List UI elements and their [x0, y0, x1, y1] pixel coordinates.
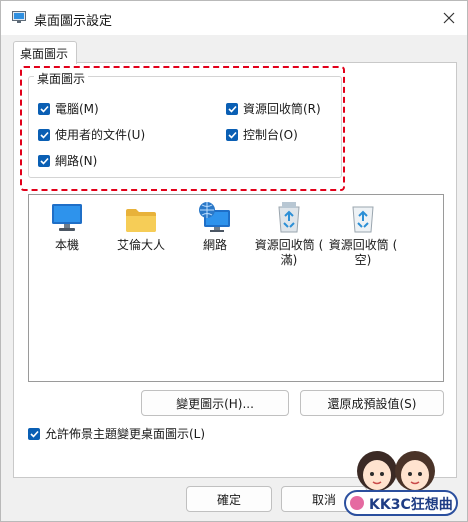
- close-button[interactable]: [437, 7, 461, 29]
- icon-label: 艾倫大人: [116, 238, 165, 252]
- title-bar: 桌面圖示設定: [1, 1, 467, 35]
- icon-label: 網路: [202, 238, 227, 252]
- restore-default-button[interactable]: 還原成預設值(S): [300, 390, 444, 416]
- checkbox-box[interactable]: [38, 102, 50, 115]
- icon-label: 本機: [54, 238, 79, 252]
- checkbox-label: 網路(N): [55, 154, 98, 168]
- checkmark-icon: [227, 105, 237, 113]
- desktop-icon-settings-window: 桌面圖示設定 桌面圖示 桌面圖示 電腦(M) 資源回收筒(R) 使用者的文件(U…: [0, 0, 468, 522]
- checkbox-box[interactable]: [38, 154, 50, 167]
- icon-item-this-pc[interactable]: 本機: [31, 201, 103, 253]
- icon-label: 資源回收筒 ( 空): [328, 238, 398, 267]
- checkbox-control-panel[interactable]: 控制台(O): [226, 126, 298, 143]
- checkbox-allow-themes[interactable]: 允許佈景主題變更桌面圖示(L): [28, 425, 205, 442]
- checkbox-label: 控制台(O): [243, 128, 298, 142]
- checkbox-label: 使用者的文件(U): [55, 128, 146, 142]
- checkbox-box[interactable]: [226, 128, 238, 141]
- checkbox-box[interactable]: [28, 427, 40, 440]
- checkmark-icon: [227, 131, 237, 139]
- network-icon: [199, 202, 230, 232]
- ok-button[interactable]: 確定: [186, 486, 272, 512]
- icon-item-recycle-bin-full[interactable]: 資源回收筒 ( 滿): [253, 201, 325, 268]
- svg-text:KK3C狂想曲: KK3C狂想曲: [369, 496, 453, 513]
- tab-panel: 桌面圖示 電腦(M) 資源回收筒(R) 使用者的文件(U) 控制台(O) 網路(…: [13, 62, 457, 478]
- tab-desktop-icons[interactable]: 桌面圖示: [13, 41, 77, 64]
- icon-label: 資源回收筒 ( 滿): [254, 238, 324, 267]
- group-title: 桌面圖示: [34, 70, 89, 87]
- close-icon: [443, 12, 455, 24]
- checkbox-label: 資源回收筒(R): [243, 102, 321, 116]
- checkbox-network[interactable]: 網路(N): [38, 152, 97, 169]
- checkbox-label: 電腦(M): [55, 102, 99, 116]
- checkbox-computer[interactable]: 電腦(M): [38, 100, 99, 117]
- folder-icon: [126, 209, 156, 232]
- checkmark-icon: [39, 131, 49, 139]
- checkbox-recycle-bin[interactable]: 資源回收筒(R): [226, 100, 321, 117]
- desktop-settings-app-icon: [12, 11, 26, 23]
- desktop-icon-list[interactable]: 本機 艾倫大人 網路 資源回收筒 (滿) 資源回收筒 (空): [28, 194, 444, 382]
- recycle-bin-full-icon: [278, 202, 300, 233]
- icon-item-user-folder[interactable]: 艾倫大人: [105, 201, 177, 253]
- checkbox-box[interactable]: [38, 128, 50, 141]
- checkmark-icon: [39, 157, 49, 165]
- monitor-icon: [52, 204, 82, 231]
- window-title: 桌面圖示設定: [34, 14, 113, 29]
- icon-item-recycle-bin-empty[interactable]: 資源回收筒 ( 空): [327, 201, 399, 268]
- icon-item-network[interactable]: 網路: [179, 201, 251, 253]
- checkbox-box[interactable]: [226, 102, 238, 115]
- watermark-logo: KK3C狂想曲: [339, 439, 461, 519]
- tab-label: 桌面圖示: [20, 47, 69, 61]
- checkmark-icon: [29, 430, 39, 438]
- checkmark-icon: [39, 105, 49, 113]
- checkbox-user-files[interactable]: 使用者的文件(U): [38, 126, 145, 143]
- change-icon-button[interactable]: 變更圖示(H)...: [141, 390, 289, 416]
- recycle-bin-empty-icon: [352, 206, 374, 233]
- checkbox-label: 允許佈景主題變更桌面圖示(L): [45, 427, 206, 441]
